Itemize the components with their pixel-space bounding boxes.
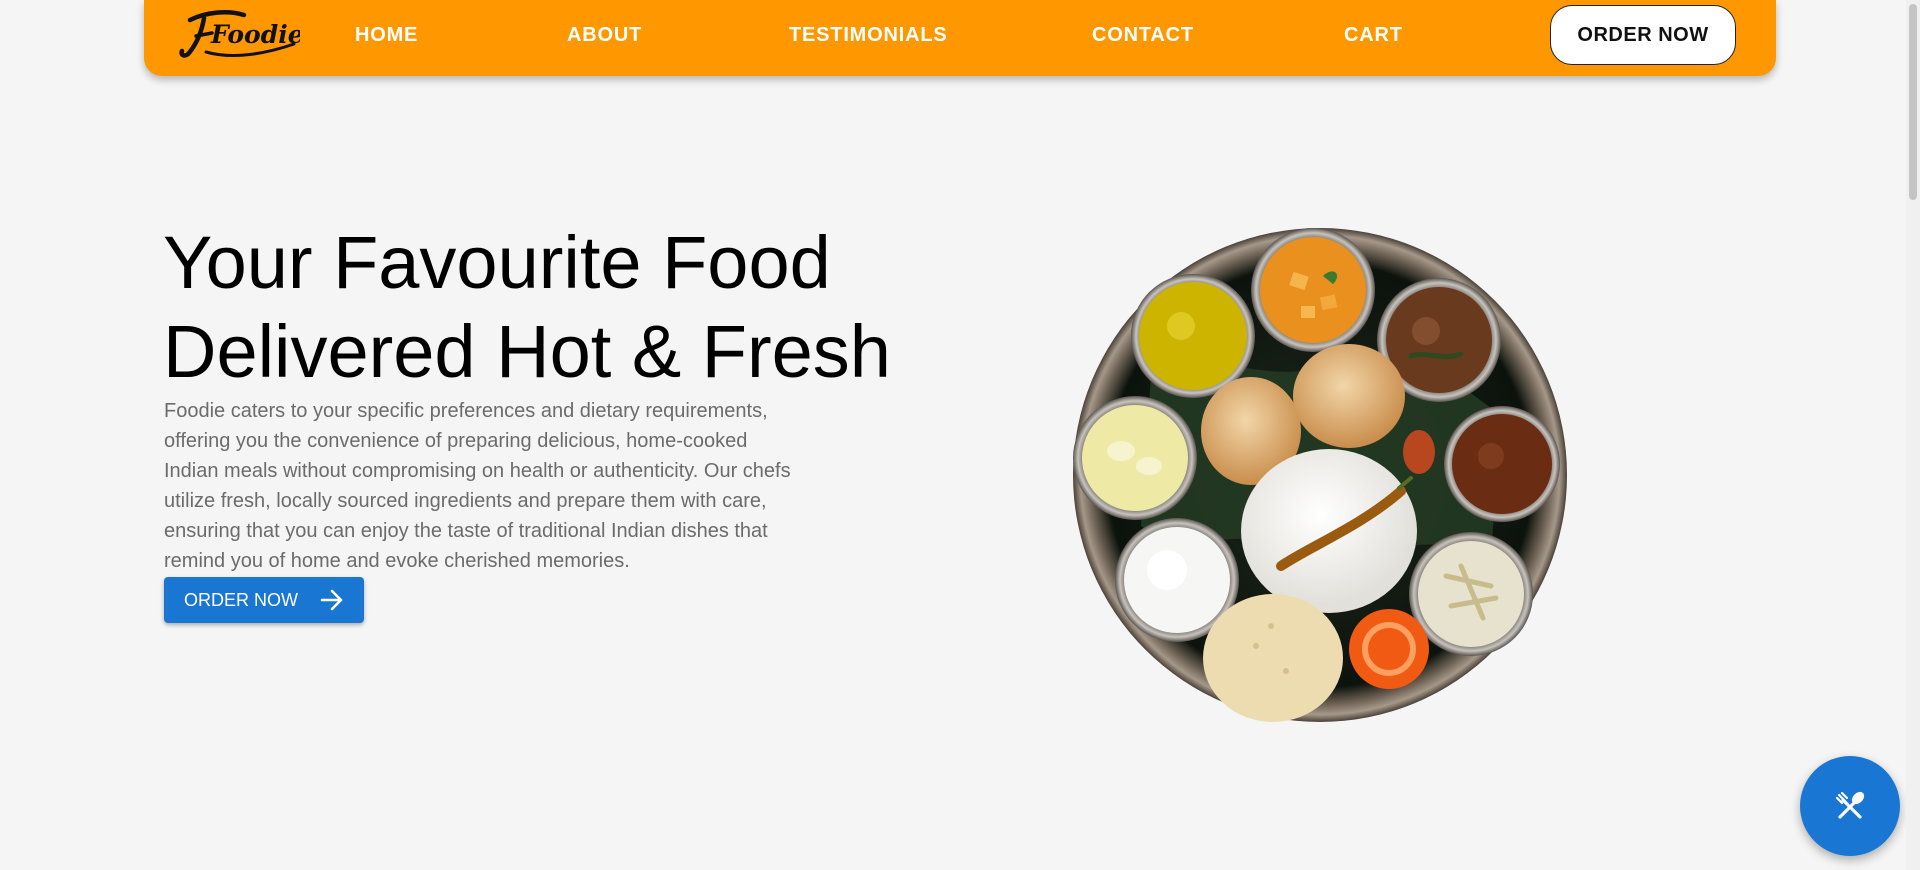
- menu-fab-button[interactable]: [1800, 756, 1900, 856]
- hero-title-line-1: Your Favourite Food: [163, 221, 831, 304]
- nav-link-cart[interactable]: CART: [1344, 24, 1403, 47]
- hero-title-line-2: Delivered Hot & Fresh: [163, 310, 891, 393]
- logo-wordmark: Foodie: [210, 20, 300, 49]
- nav-link-testimonials[interactable]: TESTIMONIALS: [789, 24, 948, 47]
- nav-link-about[interactable]: ABOUT: [567, 24, 642, 47]
- arrow-right-icon: [320, 589, 343, 611]
- nav-link-home[interactable]: HOME: [355, 24, 418, 47]
- order-now-nav-button[interactable]: ORDER NOW: [1550, 5, 1736, 65]
- utensils-crossed-icon: [1835, 791, 1865, 819]
- foodie-logo[interactable]: Foodie: [176, 6, 300, 64]
- nav-link-contact[interactable]: CONTACT: [1092, 24, 1194, 47]
- order-now-hero-label: ORDER NOW: [184, 589, 298, 610]
- thali-plate-image: [1073, 228, 1567, 722]
- hero-description: Foodie caters to your specific preferenc…: [164, 400, 791, 572]
- hero-title: Your Favourite Food Delivered Hot & Fres…: [163, 218, 923, 396]
- scrollbar-thumb[interactable]: [1909, 4, 1917, 200]
- order-now-hero-button[interactable]: ORDER NOW: [164, 577, 364, 623]
- top-navbar: Foodie HOME ABOUT TESTIMONIALS CONTACT C…: [144, 0, 1776, 76]
- page-scrollbar[interactable]: [1906, 0, 1920, 870]
